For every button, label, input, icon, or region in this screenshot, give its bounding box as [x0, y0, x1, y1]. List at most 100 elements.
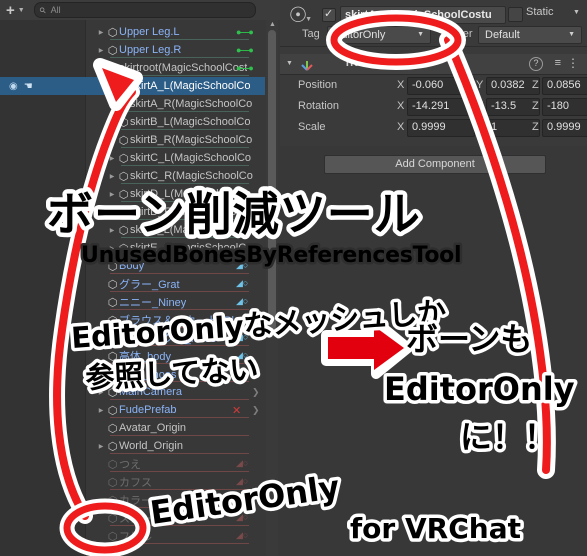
cube-icon: ⬡ — [118, 242, 129, 255]
hand-icon[interactable]: ☚ — [24, 81, 33, 92]
hierarchy-row[interactable]: ▶ ⬡ World_Origin — [85, 437, 265, 455]
cube-icon: ⬡ — [107, 422, 118, 435]
transform-field-rotation-x[interactable]: -14.291 — [407, 98, 475, 116]
scrollbar-thumb[interactable] — [268, 30, 276, 330]
hierarchy-row[interactable]: ▶ ⬡ skirtD_R(MagicSchoolCo — [85, 203, 265, 221]
hierarchy-row-label: ニーソックス_Knee — [119, 333, 217, 345]
static-dropdown-caret-icon[interactable]: ▼ — [573, 9, 580, 16]
transform-field-position-z[interactable]: 0.0856 — [542, 77, 587, 95]
cube-icon: ⬡ — [118, 152, 129, 165]
gameobject-name-field[interactable]: skirtA_L(MagicSchoolCostu — [340, 6, 506, 24]
hierarchy-row[interactable]: ⬡ skirtA_R(MagicSchoolCo — [85, 95, 265, 113]
hierarchy-row-label: FudePrefab — [119, 404, 177, 416]
hierarchy-row[interactable]: ⬡ skirtB_L(MagicSchoolCo — [85, 113, 265, 131]
hierarchy-row-label: skirtC_R(MagicSchoolCo — [130, 170, 253, 182]
layer-dropdown[interactable]: Default ▼ — [478, 26, 582, 44]
chevron-right-icon[interactable]: ❯ — [252, 387, 260, 398]
transform-field-rotation-z[interactable]: -180 — [542, 98, 587, 116]
hierarchy-visibility-gutter — [0, 20, 86, 556]
hierarchy-row-label: 座靴_shoes — [119, 369, 177, 381]
hierarchy-panel: + ▼ ⚲ All ▶ ⬡ Upper Leg.L ●—● ▶ ⬡ Upper Leg.R ●… — [0, 0, 280, 556]
transform-row: Position X -0.060 Y 0.0382 Z 0.0856 — [280, 76, 587, 97]
collapse-triangle-icon[interactable]: ▶ — [107, 191, 117, 198]
static-label: Static — [526, 6, 554, 18]
transform-row: Scale X 0.9999 Y 1 Z 0.9999 — [280, 118, 587, 139]
cube-icon: ⬡ — [118, 170, 129, 183]
hierarchy-row-label: skirtD_L(MagicSchoolCo — [130, 188, 252, 200]
gameobject-enabled-checkbox[interactable] — [322, 7, 336, 22]
cube-icon: ⬡ — [107, 494, 118, 507]
hierarchy-row-label: World_Origin — [119, 440, 183, 452]
hierarchy-row[interactable]: ▶ ⬡ MainCamera — [85, 383, 265, 401]
hierarchy-row-label: カラー — [119, 495, 152, 507]
collapse-triangle-icon[interactable]: ▶ — [107, 137, 117, 144]
hierarchy-row-label: skirtC_L(MagicSchoolCo — [130, 152, 252, 164]
collapse-triangle-icon[interactable]: ▶ — [96, 407, 106, 414]
inspector-panel: ☉ ▼ skirtA_L(MagicSchoolCostu Static ▼ T… — [280, 0, 587, 556]
hierarchy-row[interactable]: ⬡ skirtA_L(MagicSchoolCo — [85, 77, 265, 95]
expand-triangle-icon[interactable]: ▼ — [96, 65, 106, 71]
collapse-triangle-icon[interactable]: ▶ — [96, 29, 106, 36]
transform-field-scale-z[interactable]: 0.9999 — [542, 119, 587, 137]
eye-icon[interactable]: ◉ — [9, 81, 18, 92]
hierarchy-row[interactable]: ▶ ⬡ skirtC_R(MagicSchoolCo — [85, 167, 265, 185]
chevron-down-icon[interactable]: ▼ — [18, 7, 25, 14]
collapse-triangle-icon[interactable]: ▶ — [107, 209, 117, 216]
chevron-down-icon: ▼ — [417, 31, 424, 38]
collapse-triangle-icon[interactable]: ▶ — [96, 389, 106, 396]
tag-value: EditorOnly — [334, 29, 386, 41]
skinned-mesh-icon: ◢○ — [236, 458, 249, 468]
screenshot-root: + ▼ ⚲ All ▶ ⬡ Upper Leg.L ●—● ▶ ⬡ Upper Leg.R ●… — [0, 0, 587, 556]
hierarchy-row[interactable]: ▶ ⬡ skirtE_R(MagicSchoolCo — [85, 239, 265, 257]
hierarchy-row-label: Avatar_Origin — [119, 422, 187, 434]
hierarchy-row-label: MainCamera — [119, 386, 182, 398]
collapse-triangle-icon[interactable]: ▼ — [286, 60, 293, 67]
search-placeholder: All — [50, 5, 61, 15]
axis-label-z: Z — [532, 79, 539, 91]
hierarchy-row-label: ニニー_Niney — [119, 297, 187, 309]
hierarchy-row-label: フリル — [119, 531, 152, 543]
tag-label: Tag — [302, 28, 320, 40]
search-input[interactable]: ⚲ All — [33, 2, 256, 18]
collapse-triangle-icon[interactable]: ▶ — [107, 173, 117, 180]
layer-label: Layer — [445, 28, 473, 40]
cube-icon: ⬡ — [107, 44, 118, 57]
hierarchy-row[interactable]: ▶ ⬡ skirtB_R(MagicSchoolCo — [85, 131, 265, 149]
transform-field-position-x[interactable]: -0.060 — [407, 77, 475, 95]
hierarchy-scrollbar[interactable]: ▲ — [266, 20, 278, 556]
chevron-right-icon[interactable]: ❯ — [252, 405, 260, 416]
transform-field-scale-x[interactable]: 0.9999 — [407, 119, 475, 137]
skinned-mesh-icon: ◢○ — [236, 314, 249, 324]
collapse-triangle-icon[interactable]: ▶ — [96, 443, 106, 450]
cube-icon: ☉ ▼ — [286, 4, 312, 28]
hierarchy-row-label: skirtA_R(MagicSchoolCo — [130, 98, 253, 110]
scroll-up-arrow-icon[interactable]: ▲ — [269, 21, 276, 28]
tag-dropdown[interactable]: EditorOnly ▼ — [327, 26, 431, 44]
help-icon[interactable]: ? — [529, 57, 543, 71]
hierarchy-row[interactable]: ▶ ⬡ skirtD_L(MagicSchoolCo — [85, 185, 265, 203]
collapse-triangle-icon[interactable]: ▶ — [107, 245, 117, 252]
collapse-triangle-icon[interactable]: ▶ — [107, 227, 117, 234]
cube-icon: ⬡ — [107, 62, 118, 75]
skinned-mesh-icon: ◢○ — [236, 350, 249, 360]
hierarchy-row[interactable]: ▶ ⬡ skirtC_L(MagicSchoolCo — [85, 149, 265, 167]
kebab-menu-icon[interactable]: ⋮ — [567, 56, 579, 70]
cube-icon: ⬡ — [107, 440, 118, 453]
cube-icon: ⬡ — [107, 458, 118, 471]
static-checkbox[interactable] — [508, 7, 523, 22]
collapse-triangle-icon[interactable]: ▶ — [107, 155, 117, 162]
add-gameobject-button[interactable]: + — [6, 3, 15, 18]
add-component-button[interactable]: Add Component — [324, 155, 546, 174]
selected-row-gutter[interactable]: ◉ ☚ — [0, 77, 85, 95]
hierarchy-tree[interactable]: ▶ ⬡ Upper Leg.L ●—● ▶ ⬡ Upper Leg.R ●—● ▼ ⬡ skirtr… — [0, 20, 280, 556]
cube-icon: ⬡ — [107, 26, 118, 39]
cube-icon: ⬡ — [107, 314, 118, 327]
collapse-triangle-icon[interactable]: ▶ — [96, 47, 106, 54]
hierarchy-row[interactable]: ▶ ⬡ skirtE_L(MagicSchoolCo — [85, 221, 265, 239]
transform-component-header[interactable]: ▼ Transform ? ≡ ⋮ — [280, 54, 587, 75]
hierarchy-row[interactable]: ⬡ Avatar_Origin — [85, 419, 265, 437]
skinned-mesh-icon: ◢○ — [236, 260, 249, 270]
preset-icon[interactable]: ≡ — [555, 57, 561, 69]
hierarchy-row-label: skirtE_R(MagicSchoolCo — [130, 242, 253, 254]
inspector-header: ☉ ▼ skirtA_L(MagicSchoolCostu Static ▼ T… — [280, 0, 587, 47]
